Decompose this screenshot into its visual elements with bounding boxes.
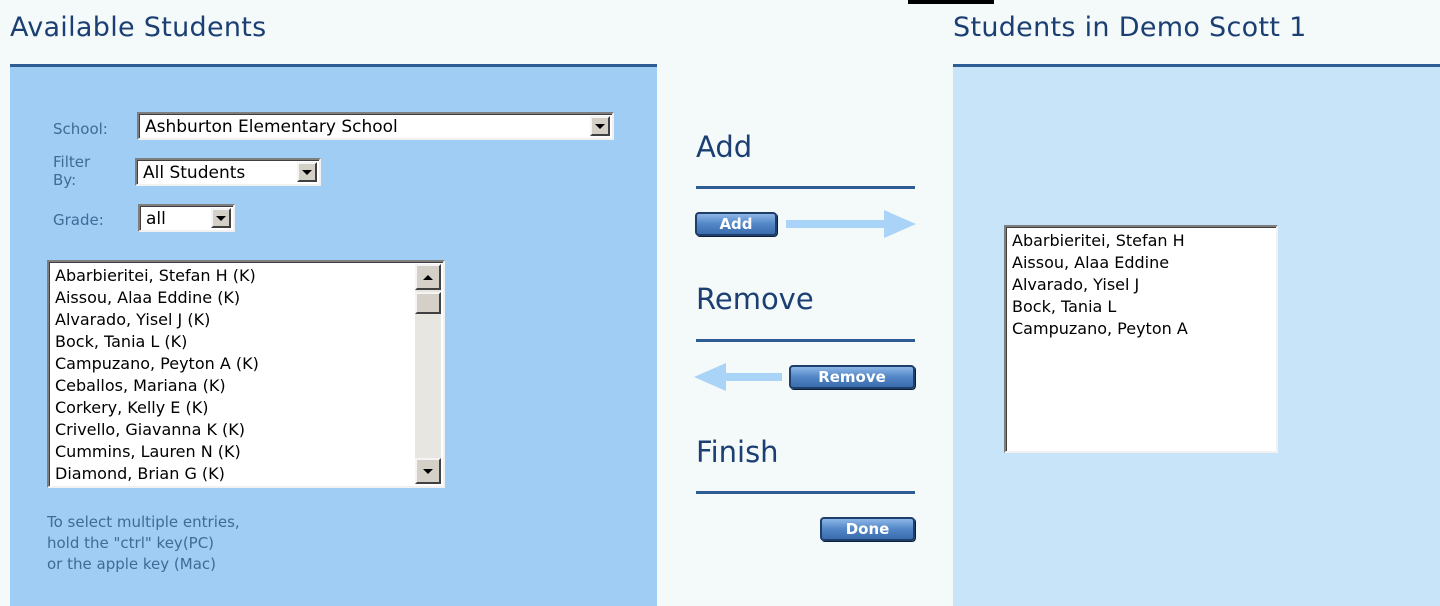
multi-select-hint: To select multiple entries, hold the "ct…	[47, 513, 240, 573]
school-select[interactable]: Ashburton Elementary School	[137, 112, 614, 140]
class-students-listbox[interactable]: Abarbieritei, Stefan H Aissou, Alaa Eddin…	[1004, 225, 1278, 453]
scroll-thumb[interactable]	[415, 292, 441, 314]
school-label: School:	[53, 120, 108, 138]
finish-section-rule	[696, 491, 915, 494]
list-item[interactable]: Campuzano, Peyton A	[1012, 318, 1188, 340]
scroll-up-arrow-icon[interactable]	[415, 264, 441, 290]
add-section-rule	[696, 186, 915, 189]
list-item[interactable]: Diamond, Brian G (K)	[55, 463, 259, 485]
chevron-down-icon[interactable]	[297, 162, 317, 182]
list-item[interactable]: Ceballos, Mariana (K)	[55, 375, 259, 397]
done-button[interactable]: Done	[820, 517, 915, 541]
available-students-listbox[interactable]: Abarbieritei, Stefan H (K) Aissou, Alaa E…	[47, 260, 445, 488]
remove-section-title: Remove	[696, 282, 814, 316]
class-students-list: Abarbieritei, Stefan H Aissou, Alaa Eddin…	[1012, 230, 1188, 340]
list-item[interactable]: Corkery, Kelly E (K)	[55, 397, 259, 419]
add-section-title: Add	[696, 130, 753, 164]
add-button[interactable]: Add	[695, 212, 777, 236]
filter-select-value: All Students	[143, 163, 246, 183]
grade-label: Grade:	[53, 211, 104, 229]
grade-select-value: all	[146, 209, 166, 229]
listbox-scrollbar[interactable]	[415, 264, 441, 484]
list-item[interactable]: Abarbieritei, Stefan H (K)	[55, 265, 259, 287]
list-item[interactable]: Crivello, Giavanna K (K)	[55, 419, 259, 441]
filter-select[interactable]: All Students	[135, 158, 321, 186]
list-item[interactable]: Alvarado, Yisel J (K)	[55, 309, 259, 331]
scroll-down-arrow-icon[interactable]	[415, 458, 441, 484]
school-select-value: Ashburton Elementary School	[145, 117, 398, 137]
available-students-list: Abarbieritei, Stefan H (K) Aissou, Alaa E…	[55, 265, 259, 485]
list-item[interactable]: Campuzano, Peyton A (K)	[55, 353, 259, 375]
class-students-panel: Abarbieritei, Stefan H Aissou, Alaa Eddin…	[953, 67, 1440, 606]
chevron-down-icon[interactable]	[590, 116, 610, 136]
chevron-down-icon[interactable]	[211, 208, 231, 228]
available-students-heading: Available Students	[10, 12, 267, 43]
remove-section-rule	[696, 339, 915, 342]
list-item[interactable]: Alvarado, Yisel J	[1012, 274, 1188, 296]
top-marker-bar	[908, 0, 994, 4]
list-item[interactable]: Bock, Tania L	[1012, 296, 1188, 318]
class-students-heading: Students in Demo Scott 1	[953, 12, 1307, 43]
grade-select[interactable]: all	[138, 204, 235, 232]
arrow-left-icon	[694, 363, 782, 391]
list-item[interactable]: Aissou, Alaa Eddine	[1012, 252, 1188, 274]
list-item[interactable]: Aissou, Alaa Eddine (K)	[55, 287, 259, 309]
list-item[interactable]: Bock, Tania L (K)	[55, 331, 259, 353]
remove-button[interactable]: Remove	[789, 365, 915, 389]
list-item[interactable]: Abarbieritei, Stefan H	[1012, 230, 1188, 252]
list-item[interactable]: Cummins, Lauren N (K)	[55, 441, 259, 463]
finish-section-title: Finish	[696, 435, 779, 469]
arrow-right-icon	[786, 210, 916, 238]
filter-label: Filter By:	[53, 153, 91, 189]
